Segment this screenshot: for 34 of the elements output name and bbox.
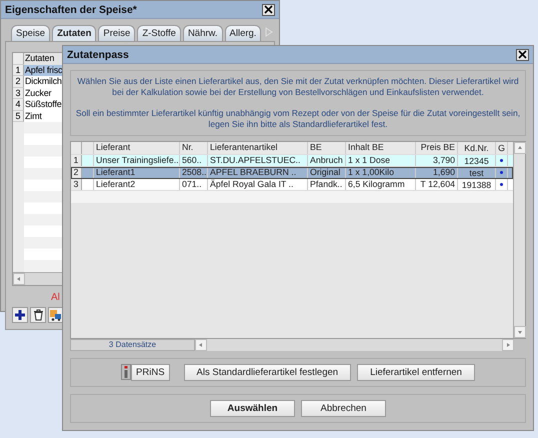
- row-number: 2: [71, 167, 82, 178]
- table-cell: 560..: [180, 155, 208, 166]
- table-cell: 071..: [180, 179, 208, 190]
- table-cell: ST.DU.APFELSTUEC..: [208, 155, 308, 166]
- table-cell: Pfandk..: [308, 179, 346, 190]
- status-text: Al: [51, 292, 61, 303]
- table-cell: Äpfel Royal Gala IT ..: [208, 179, 308, 190]
- row-number: 2: [13, 76, 24, 88]
- row-number: 4: [13, 99, 24, 110]
- info-text: Soll ein bestimmter Lieferartikel künftig unabhängig vom Rezept oder von der Speise für die Zutat voreingestellt sein, legen Sie ihn bitte als Standardlieferartikel fest.: [75, 108, 521, 130]
- table-cell: 12345: [458, 155, 496, 166]
- table-cell: 3,790: [416, 155, 458, 166]
- row-number: 3: [71, 179, 82, 190]
- row-number: 1: [13, 64, 24, 76]
- table-cell: Unser Trainingsliefe..: [94, 155, 180, 166]
- row-number: 1: [71, 155, 82, 166]
- table-cell: Lieferant1: [94, 167, 180, 178]
- table-cell: 1,690: [416, 167, 458, 178]
- table-cell: Anbruch: [308, 155, 346, 166]
- info-text: Wählen Sie aus der Liste einen Lieferartikel aus, den Sie mit der Zutat verknüpfen möchten. Dieser Lieferartikel wird bei der Kalkulation sowie bei der Erstellung von Bestellvorschlägen und Einkaufslisten verwendet.: [76, 76, 520, 98]
- table-cell: 2508..: [180, 167, 208, 178]
- table-cell: APFEL BRAEBURN ..: [208, 167, 308, 178]
- record-count: 3 Datensätze: [70, 339, 195, 351]
- table-cell: T 12,604: [416, 179, 458, 190]
- table-cell: 191388: [458, 179, 496, 190]
- table-cell: 1 x 1,00Kilo: [346, 167, 416, 178]
- table-cell: 6,5 Kilogramm: [346, 179, 416, 190]
- table-cell: test: [458, 167, 496, 178]
- table-cell: Lieferant2: [94, 179, 180, 190]
- table-cell: 1 x 1 Dose: [346, 155, 416, 166]
- table-cell: Original: [308, 167, 346, 178]
- row-number: 5: [13, 110, 24, 122]
- window-title: Eigenschaften der Speise*: [5, 4, 137, 16]
- row-number: 3: [13, 88, 24, 99]
